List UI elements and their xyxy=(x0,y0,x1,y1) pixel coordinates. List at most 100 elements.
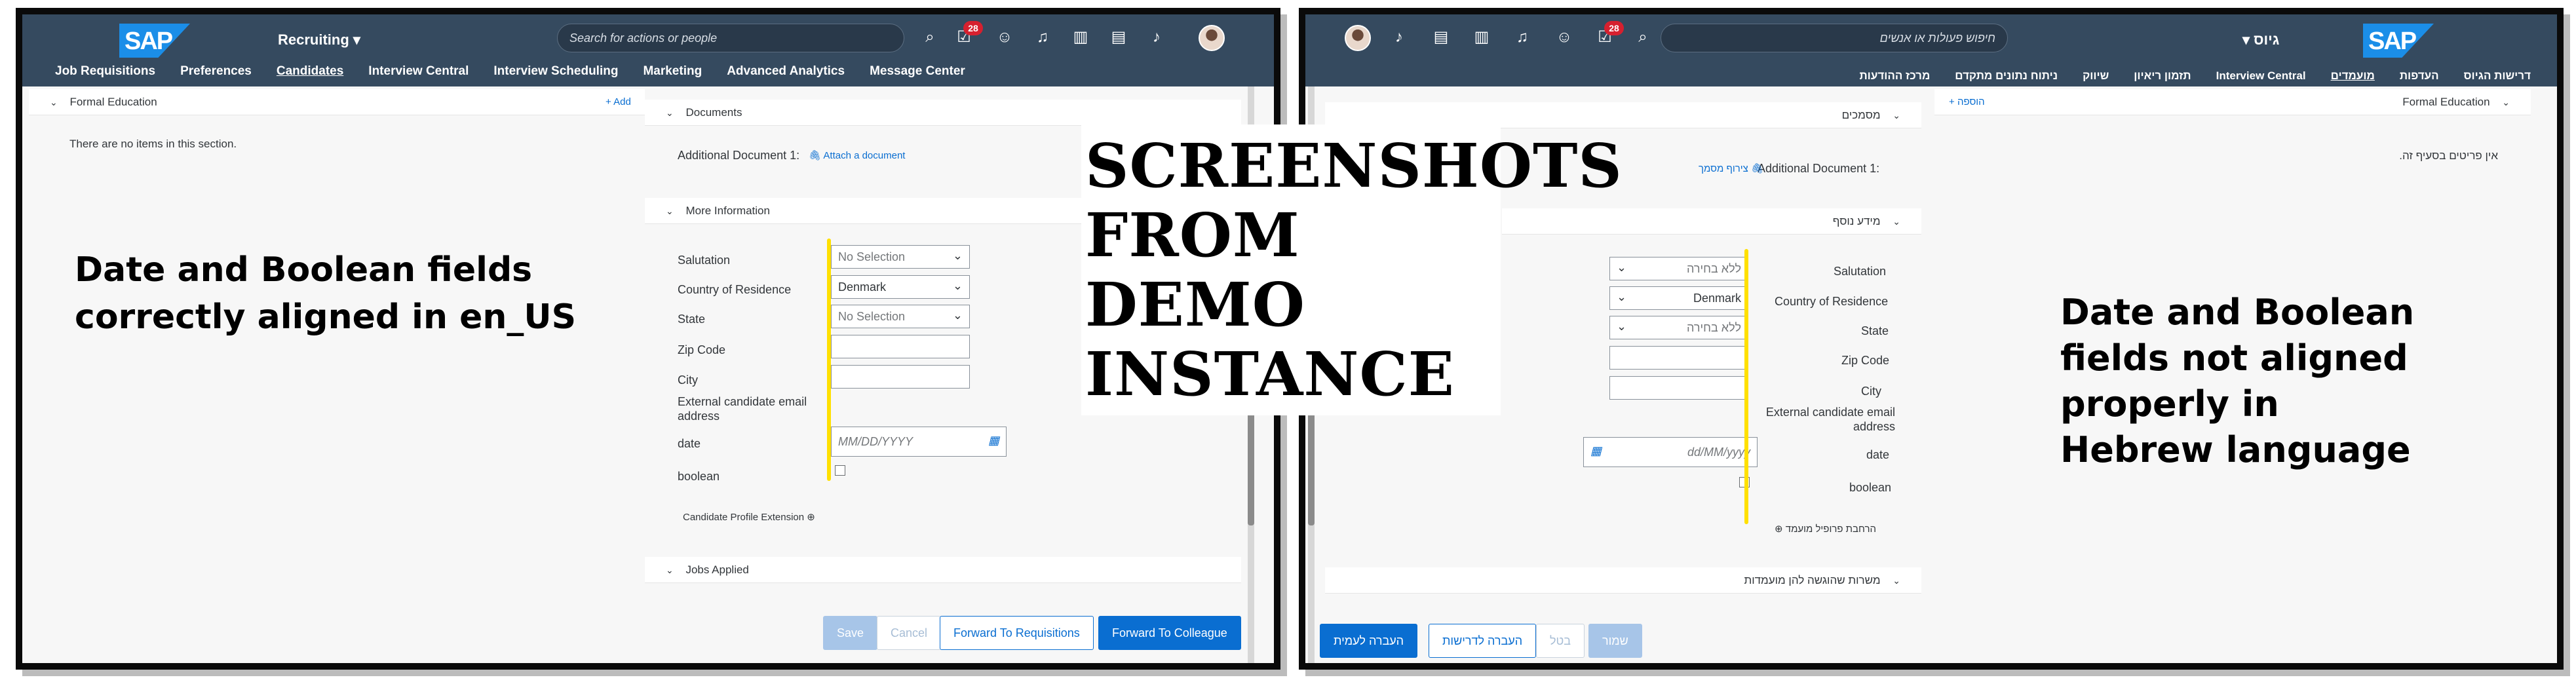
email-label: External candidate email address xyxy=(1765,406,1895,433)
save-button[interactable]: שמור xyxy=(1588,624,1642,658)
boolean-checkbox[interactable] xyxy=(835,465,845,476)
salutation-select[interactable]: ללא בחירה ⌄ xyxy=(1609,257,1748,280)
salutation-select[interactable]: No Selection ⌄ xyxy=(831,245,970,269)
zip-label: Zip Code xyxy=(678,343,726,356)
shell-bar: SAP Recruiting ▾ Search for actions or p… xyxy=(22,14,1274,86)
forward-to-requisitions-button[interactable]: Forward To Requisitions xyxy=(940,616,1094,650)
calendar-icon[interactable]: ▦ xyxy=(1590,444,1602,458)
forward-to-requisitions-button[interactable]: העברה לדרישות xyxy=(1429,624,1537,658)
add-link[interactable]: + הוספה xyxy=(1949,96,1985,107)
sap-logo: SAP xyxy=(119,24,190,58)
boolean-label: boolean xyxy=(678,470,720,483)
salutation-value: No Selection xyxy=(838,250,906,263)
additional-document-label: Additional Document 1: xyxy=(678,149,800,162)
extension-label: הרחבת פרופיל מועמד xyxy=(1785,524,1876,535)
date-input[interactable]: MM/DD/YYYY ▦ xyxy=(831,427,1007,457)
search-input[interactable]: חיפוש פעולות או אנשים xyxy=(1661,24,2008,52)
bell-icon[interactable]: ♪ xyxy=(1389,28,1409,47)
chevron-down-icon: ⌄ xyxy=(952,309,963,322)
module-switcher[interactable]: Recruiting ▾ xyxy=(278,31,360,48)
search-icon[interactable]: ⌕ xyxy=(920,28,940,47)
formal-education-header[interactable]: ⌄ Formal Education xyxy=(29,89,645,115)
chevron-down-icon: ⌄ xyxy=(1893,575,1900,586)
highlight-line xyxy=(827,238,831,481)
annotation-hebrew: Date and Boolean fields not aligned prop… xyxy=(2060,292,2415,470)
tab-job-requisitions[interactable]: Job Requisitions xyxy=(55,64,155,86)
candidate-profile-extension[interactable]: Candidate Profile Extension ⊕ xyxy=(683,511,815,523)
guide-icon[interactable]: ▤ xyxy=(1431,28,1451,47)
zip-label: Zip Code xyxy=(1841,354,1890,367)
country-label: Country of Residence xyxy=(678,283,792,296)
search-input[interactable]: Search for actions or people xyxy=(557,24,904,52)
city-input[interactable] xyxy=(1609,376,1748,400)
section-title: Jobs Applied xyxy=(685,563,749,576)
paperclip-icon: 🖇 xyxy=(809,150,824,161)
state-label: State xyxy=(678,313,706,326)
tab-candidates[interactable]: Candidates xyxy=(277,64,343,86)
cancel-button[interactable]: בטל xyxy=(1536,624,1585,658)
chevron-down-icon: ⌄ xyxy=(1893,216,1900,227)
top-nav-tabs: Job Requisitions Preferences Candidates … xyxy=(55,64,965,86)
people-icon[interactable]: ☺ xyxy=(995,28,1014,47)
city-label: City xyxy=(678,373,698,387)
jobs-applied-header[interactable]: ⌄ Jobs Applied xyxy=(645,557,1241,583)
boolean-label: boolean xyxy=(1849,481,1892,494)
module-switcher[interactable]: ▾ גיוס xyxy=(2242,31,2279,48)
add-link[interactable]: + Add xyxy=(606,96,631,107)
cancel-button[interactable]: Cancel xyxy=(877,616,942,650)
highlight-line xyxy=(1744,249,1748,524)
people-icon[interactable]: ☺ xyxy=(1554,28,1574,47)
forward-to-colleague-button[interactable]: Forward To Colleague xyxy=(1098,616,1241,650)
country-select[interactable]: Denmark ⌄ xyxy=(831,275,970,299)
section-title: מידע נוסף xyxy=(1832,215,1881,227)
candidate-profile-extension[interactable]: הרחבת פרופיל מועמד ⊕ xyxy=(1775,523,1876,535)
paperclip-icon: 🖇 xyxy=(1748,163,1764,174)
tab-preferences[interactable]: Preferences xyxy=(180,64,252,86)
avatar[interactable] xyxy=(1345,25,1371,51)
more-information-header[interactable]: ⌄ מידע נוסף xyxy=(1502,208,1921,235)
notification-badge: 28 xyxy=(1604,21,1624,35)
headset-icon[interactable]: ♫ xyxy=(1512,28,1532,47)
guide-icon[interactable]: ▤ xyxy=(1109,28,1128,47)
additional-document-label: Additional Document 1: xyxy=(1758,162,1880,175)
section-title: Documents xyxy=(685,106,742,119)
avatar[interactable] xyxy=(1199,25,1225,51)
state-select[interactable]: ללא בחירה ⌄ xyxy=(1609,316,1748,339)
section-title: Formal Education xyxy=(2402,96,2490,108)
date-input[interactable]: dd/MM/yyyy ▦ xyxy=(1583,437,1758,467)
country-select[interactable]: Denmark ⌄ xyxy=(1609,286,1748,310)
save-button[interactable]: Save xyxy=(823,616,878,650)
section-title: Formal Education xyxy=(69,96,157,108)
jobs-applied-header[interactable]: ⌄ משרות שהוגשה להן מועמדות xyxy=(1325,567,1921,594)
chevron-down-icon: ⌄ xyxy=(952,279,963,292)
forward-to-colleague-button[interactable]: העברה לעמית xyxy=(1320,624,1418,658)
search-icon[interactable]: ⌕ xyxy=(1633,28,1653,47)
book-icon[interactable]: ▥ xyxy=(1472,28,1491,47)
attach-document-link[interactable]: 🖇 צירוף מסמך xyxy=(1699,162,1763,174)
tab-interview-scheduling[interactable]: Interview Scheduling xyxy=(493,64,618,86)
chevron-down-icon: ⌄ xyxy=(666,565,674,575)
section-title: מסמכים xyxy=(1841,109,1881,121)
attach-document-link[interactable]: 🖇 Attach a document xyxy=(809,149,905,161)
calendar-icon[interactable]: ▦ xyxy=(988,434,999,448)
state-select[interactable]: No Selection ⌄ xyxy=(831,305,970,328)
tab-message-center[interactable]: Message Center xyxy=(870,64,965,86)
zip-input[interactable] xyxy=(1609,346,1748,370)
city-input[interactable] xyxy=(831,365,970,389)
attach-document-label: Attach a document xyxy=(823,150,906,161)
chevron-down-icon: ⌄ xyxy=(1617,290,1627,303)
bell-icon[interactable]: ♪ xyxy=(1147,28,1166,47)
tab-advanced-analytics[interactable]: Advanced Analytics xyxy=(727,64,845,86)
chevron-down-icon: ⌄ xyxy=(1617,261,1627,274)
headset-icon[interactable]: ♫ xyxy=(1033,28,1052,47)
formal-education-header[interactable]: ⌄ Formal Education xyxy=(1934,89,2531,115)
state-value: No Selection xyxy=(838,310,906,323)
tab-marketing[interactable]: Marketing xyxy=(643,64,702,86)
book-icon[interactable]: ▥ xyxy=(1071,28,1090,47)
sap-logo: SAP xyxy=(2363,24,2434,58)
chevron-down-icon: ⌄ xyxy=(666,107,674,118)
zip-input[interactable] xyxy=(831,335,970,358)
tab-interview-central[interactable]: Interview Central xyxy=(368,64,469,86)
state-label: State xyxy=(1861,324,1889,337)
documents-header[interactable]: ⌄ Documents xyxy=(645,100,1241,126)
